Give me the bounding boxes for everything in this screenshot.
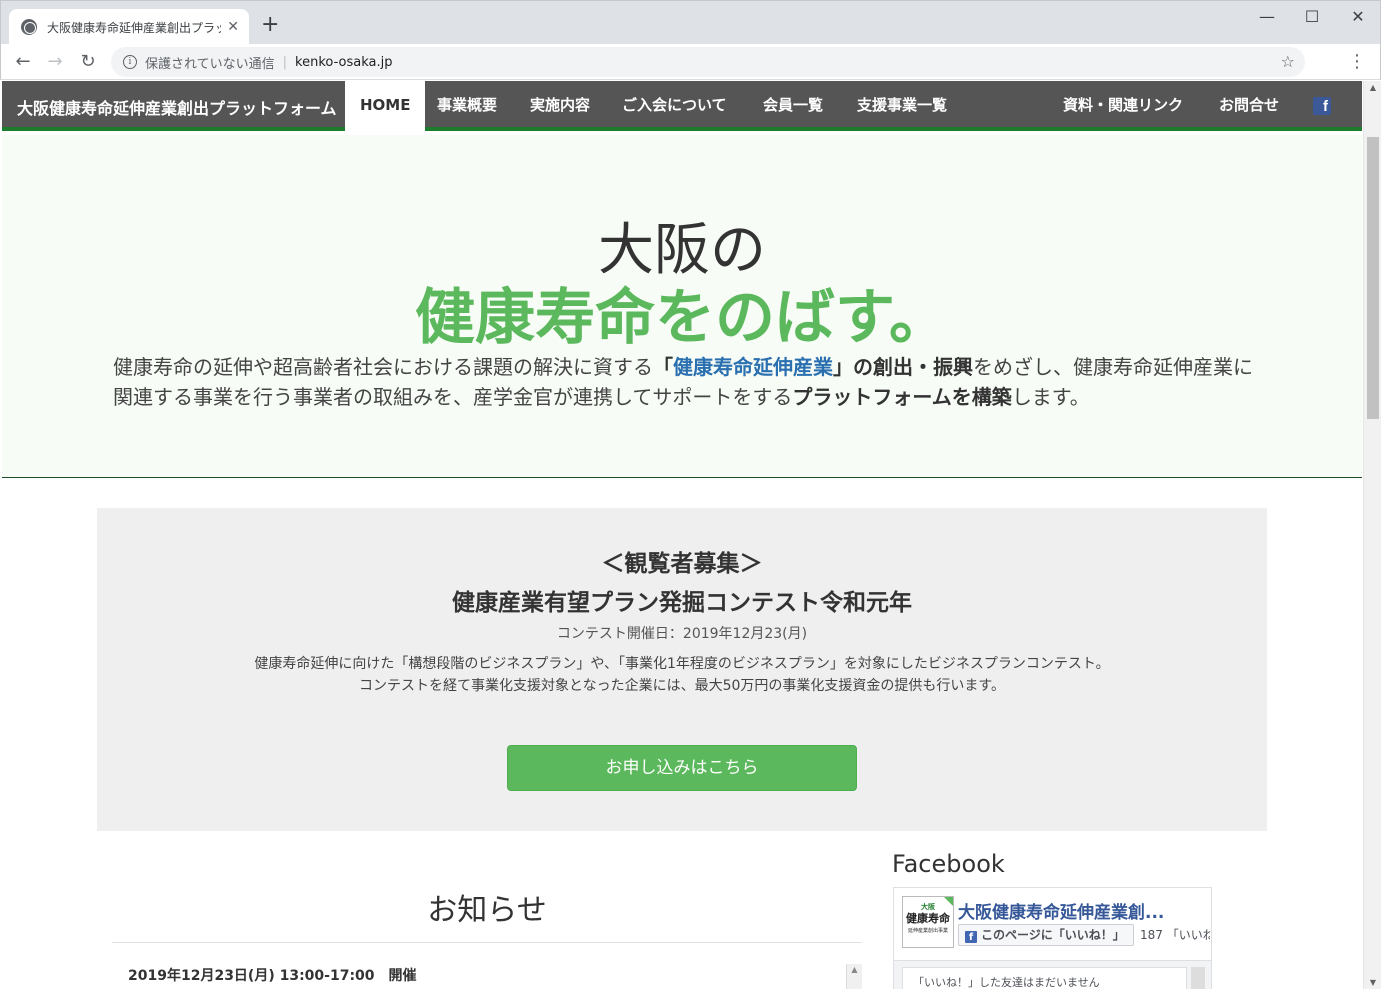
contest-announcement: ＜観覧者募集＞ 健康産業有望プラン発掘コンテスト令和元年 コンテスト開催日：20… [97, 508, 1267, 831]
forward-button[interactable]: → [43, 50, 67, 74]
bookmark-star-icon[interactable]: ☆ [1281, 52, 1295, 71]
facebook-page-logo[interactable]: 大阪 健康寿命 延伸産業創出事業 [902, 896, 954, 948]
site-brand[interactable]: 大阪健康寿命延伸産業創出プラットフォーム [17, 95, 337, 119]
nav-membership[interactable]: ご入会について [622, 81, 727, 131]
security-label[interactable]: 保護されていない通信 [145, 53, 275, 72]
logo-corner [944, 897, 953, 906]
hero-section: 大阪の 健康寿命をのばす。 健康寿命の延伸や超高齢者社会における課題の解決に資す… [2, 135, 1362, 478]
logo-main-text: 健康寿命 [906, 912, 950, 925]
nav-members[interactable]: 会員一覧 [763, 81, 823, 131]
facebook-widget: 大阪 健康寿命 延伸産業創出事業 大阪健康寿命延伸産業創... f このページに「… [893, 887, 1212, 989]
news-item[interactable]: 2019年12月23日(月) 13:00-17:00 開催 [128, 965, 417, 985]
nav-support[interactable]: 支援事業一覧 [857, 81, 947, 131]
news-divider [112, 942, 862, 943]
back-button[interactable]: ← [11, 50, 35, 74]
facebook-feed-scrollbar[interactable] [1191, 967, 1205, 989]
hero-highlight: 健康寿命延伸産業 [673, 355, 833, 379]
facebook-icon[interactable]: f [1313, 97, 1331, 115]
page-scrollbar[interactable]: ▲ ▼ [1363, 81, 1381, 989]
browser-menu-icon[interactable]: ⋮ [1348, 50, 1366, 74]
hero-description: 健康寿命の延伸や超高齢者社会における課題の解決に資する「健康寿命延伸産業」の創出… [113, 355, 1253, 409]
facebook-feed: 「いいね！」した友達はまだいません [894, 960, 1211, 989]
promo-heading: ＜観覧者募集＞ [601, 551, 763, 577]
site-navbar: 大阪健康寿命延伸産業創出プラットフォーム HOME 事業概要 実施内容 ご入会に… [2, 81, 1362, 131]
reload-button[interactable]: ↻ [76, 50, 100, 74]
scroll-up-arrow-icon[interactable]: ▲ [1364, 83, 1381, 92]
apply-button[interactable]: お申し込みはこちら [507, 745, 857, 791]
scroll-down-arrow-icon[interactable]: ▼ [1364, 978, 1381, 987]
facebook-heading: Facebook [892, 850, 1005, 878]
nav-overview[interactable]: 事業概要 [437, 81, 497, 131]
minimize-button[interactable]: — [1244, 5, 1290, 29]
facebook-friends-text: 「いいね！」した友達はまだいません [902, 967, 1187, 989]
promo-desc-line-1: 健康寿命延伸に向けた「構想段階のビジネスプラン」や、「事業化1年程度のビジネスプ… [254, 656, 1110, 672]
like-button-label: このページに「いいね！」 [981, 928, 1125, 942]
browser-toolbar: ← → ↻ i 保護されていない通信 | kenko-osaka.jp ☆ ⋮ [0, 44, 1381, 80]
close-tab-icon[interactable]: ✕ [227, 19, 239, 35]
info-icon[interactable]: i [123, 55, 137, 69]
promo-date: コンテスト開催日：2019年12月23(月) [556, 626, 808, 642]
scroll-up-icon[interactable]: ▲ [847, 964, 862, 976]
scrollbar-thumb[interactable] [1367, 137, 1379, 419]
browser-tab-bar: 大阪健康寿命延伸産業創出プラット ✕ + — ☐ ✕ [0, 0, 1381, 45]
nav-resources[interactable]: 資料・関連リンク [1063, 81, 1183, 131]
hero-line-2: 健康寿命をのばす。 [415, 283, 949, 353]
facebook-like-button[interactable]: f このページに「いいね！」 [958, 924, 1134, 946]
url-text[interactable]: kenko-osaka.jp [295, 55, 392, 70]
maximize-button[interactable]: ☐ [1289, 5, 1335, 29]
new-tab-button[interactable]: + [261, 13, 279, 37]
window-close-button[interactable]: ✕ [1335, 5, 1381, 29]
news-scrollbar[interactable]: ▲ [846, 964, 862, 989]
address-separator: | [282, 54, 288, 70]
browser-tab[interactable]: 大阪健康寿命延伸産業創出プラット ✕ [9, 9, 249, 45]
logo-sub-text: 延伸産業創出事業 [907, 928, 948, 934]
nav-contact[interactable]: お問合せ [1219, 81, 1279, 131]
news-heading: お知らせ [427, 893, 547, 928]
promo-description: 健康寿命延伸に向けた「構想段階のビジネスプラン」や、「事業化1年程度のビジネスプ… [97, 653, 1267, 697]
address-bar[interactable]: i 保護されていない通信 | kenko-osaka.jp ☆ [111, 47, 1305, 77]
facebook-like-count: 187 「いいね！」 [1140, 928, 1210, 942]
nav-activities[interactable]: 実施内容 [530, 81, 590, 131]
globe-icon [21, 19, 37, 35]
promo-desc-line-2: コンテストを経て事業化支援対象となった企業には、最大50万円の事業化支援資金の提… [359, 678, 1005, 694]
promo-title: 健康産業有望プラン発掘コンテスト令和元年 [452, 590, 912, 616]
facebook-f-icon: f [965, 931, 977, 943]
tab-title: 大阪健康寿命延伸産業創出プラット [47, 20, 222, 35]
nav-home[interactable]: HOME [345, 81, 426, 131]
facebook-page-name[interactable]: 大阪健康寿命延伸産業創... [958, 898, 1164, 923]
